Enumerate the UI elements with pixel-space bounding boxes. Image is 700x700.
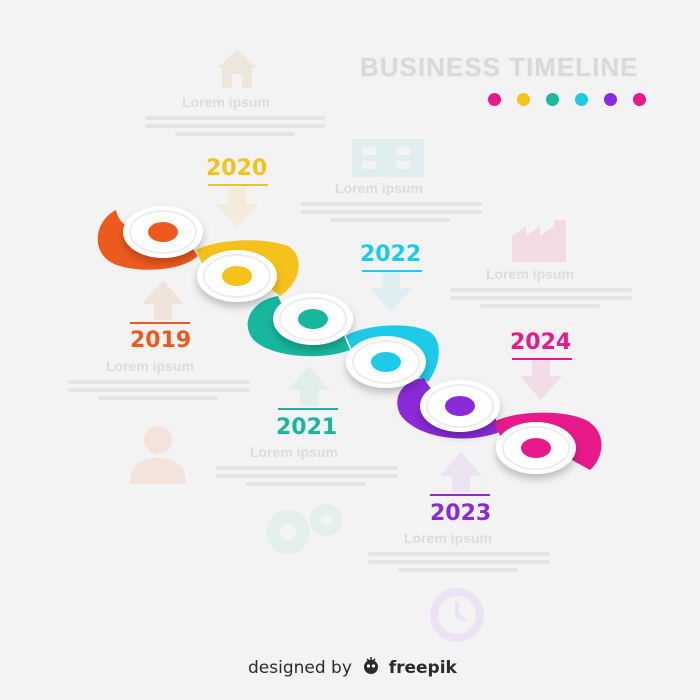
year-underline [278, 408, 338, 410]
node-dot [521, 438, 551, 458]
year-underline [512, 358, 572, 360]
year-label-2019: 2019 [130, 328, 192, 353]
node-dot [148, 222, 178, 242]
year-label-2021: 2021 [276, 415, 338, 440]
year-underline [430, 494, 490, 496]
year-underline [208, 184, 268, 186]
credit-prefix: designed by [248, 658, 352, 678]
node-dot [222, 266, 252, 286]
node-dot [445, 396, 475, 416]
node-dot [298, 309, 328, 329]
timeline-snake [97, 206, 602, 474]
year-label-2020: 2020 [206, 156, 268, 181]
node-dot [371, 352, 401, 372]
year-label-2024: 2024 [510, 330, 572, 355]
year-label-2022: 2022 [360, 242, 422, 267]
year-underline [362, 270, 422, 272]
year-label-2023: 2023 [430, 501, 492, 526]
credit: designed by freepik [248, 656, 457, 681]
year-underline [130, 322, 190, 324]
credit-brand: freepik [388, 658, 457, 678]
freepik-logo-icon [361, 656, 381, 681]
